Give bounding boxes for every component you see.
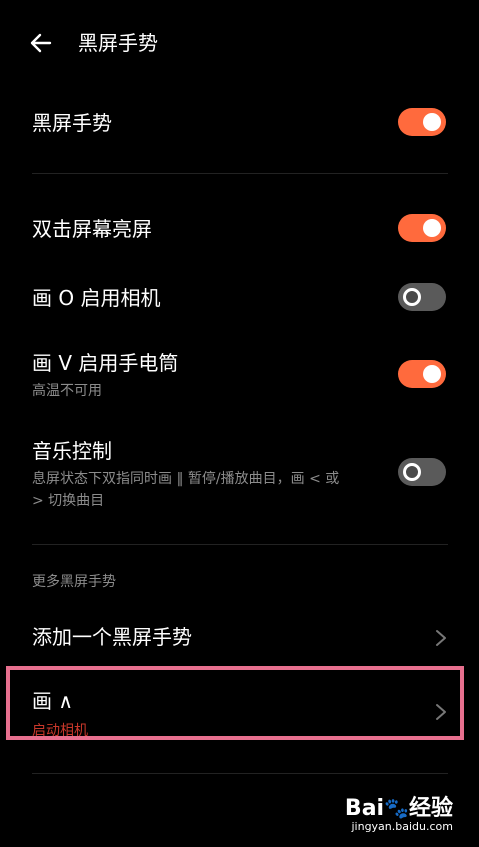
music-control-desc-line1: 息屏状态下双指同时画 ‖ 暂停/播放曲目，画 < 或	[32, 471, 340, 487]
custom-gesture-subtitle: 启动相机	[32, 723, 88, 739]
divider	[32, 173, 448, 174]
chevron-right-icon	[436, 630, 446, 646]
chevron-right-icon	[436, 704, 446, 720]
section-title-more: 更多黑屏手势	[32, 574, 116, 590]
watermark-logo: Bai🐾经验	[344, 796, 453, 821]
draw-o-camera-row[interactable]: 画 O 启用相机	[0, 281, 479, 315]
add-gesture-row[interactable]: 添加一个黑屏手势	[0, 620, 479, 654]
double-tap-wake-toggle[interactable]	[398, 214, 446, 242]
draw-o-camera-toggle[interactable]	[398, 283, 446, 311]
master-gesture-row[interactable]: 黑屏手势	[0, 106, 479, 140]
app-header: 黑屏手势	[0, 0, 479, 88]
music-control-label: 音乐控制	[32, 439, 112, 463]
draw-v-flashlight-toggle[interactable]	[398, 360, 446, 388]
music-control-desc-line2: > 切换曲目	[32, 493, 105, 509]
draw-o-camera-label: 画 O 启用相机	[32, 286, 161, 310]
draw-v-flashlight-label: 画 V 启用手电筒	[32, 351, 179, 375]
music-control-toggle[interactable]	[398, 458, 446, 486]
master-gesture-toggle[interactable]	[398, 108, 446, 136]
back-arrow-icon[interactable]	[28, 30, 54, 56]
music-control-row[interactable]: 音乐控制 息屏状态下双指同时画 ‖ 暂停/播放曲目，画 < 或 > 切换曲目	[0, 434, 479, 514]
draw-v-flashlight-row[interactable]: 画 V 启用手电筒 高温不可用	[0, 346, 479, 406]
add-gesture-label: 添加一个黑屏手势	[32, 625, 192, 649]
baidu-watermark: Bai🐾经验 jingyan.baidu.com	[333, 790, 453, 838]
double-tap-wake-row[interactable]: 双击屏幕亮屏	[0, 212, 479, 246]
double-tap-wake-label: 双击屏幕亮屏	[32, 217, 152, 241]
page-title: 黑屏手势	[78, 31, 158, 55]
custom-gesture-row[interactable]: 画 ∧ 启动相机	[0, 686, 479, 739]
divider	[32, 544, 448, 545]
watermark-url: jingyan.baidu.com	[351, 820, 453, 833]
master-gesture-label: 黑屏手势	[32, 111, 112, 135]
draw-v-flashlight-subtitle: 高温不可用	[32, 383, 102, 399]
custom-gesture-label: 画 ∧	[32, 689, 73, 713]
divider	[32, 773, 448, 774]
